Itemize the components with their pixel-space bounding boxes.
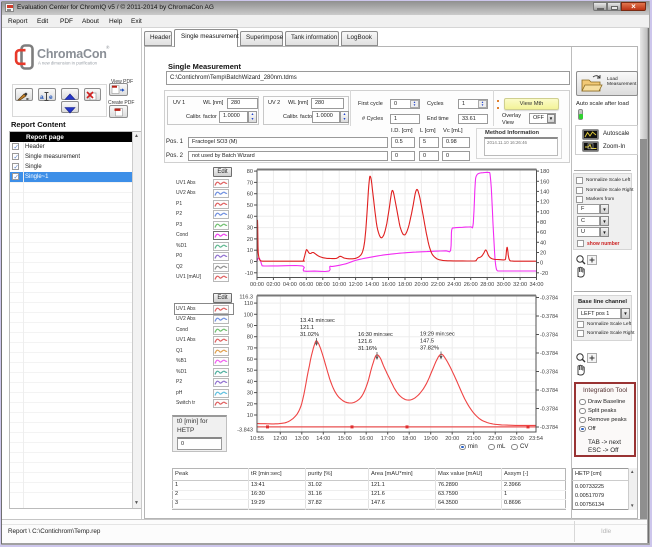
svg-text:-0.3784: -0.3784 bbox=[540, 351, 558, 357]
svg-text:13.41 min:sec: 13.41 min:sec bbox=[300, 318, 335, 324]
svg-text:-10: -10 bbox=[245, 271, 253, 277]
svg-text:37.82%: 37.82% bbox=[420, 346, 439, 352]
svg-text:16:00: 16:00 bbox=[382, 282, 396, 288]
svg-text:20: 20 bbox=[247, 237, 253, 243]
svg-text:0: 0 bbox=[540, 261, 543, 267]
svg-text:50: 50 bbox=[247, 203, 253, 209]
svg-text:10:00: 10:00 bbox=[332, 282, 346, 288]
svg-text:80: 80 bbox=[247, 335, 253, 341]
svg-text:®: ® bbox=[106, 44, 110, 50]
svg-text:60: 60 bbox=[540, 230, 546, 236]
svg-text:140: 140 bbox=[540, 189, 549, 195]
svg-text:12:00: 12:00 bbox=[273, 436, 287, 442]
svg-text:180: 180 bbox=[540, 169, 549, 175]
svg-text:80: 80 bbox=[540, 220, 546, 226]
svg-text:-0.3784: -0.3784 bbox=[540, 296, 558, 302]
svg-text:-0.3784: -0.3784 bbox=[540, 333, 558, 339]
svg-text:18:00: 18:00 bbox=[398, 282, 412, 288]
svg-text:23:00: 23:00 bbox=[510, 436, 524, 442]
svg-text:147.5: 147.5 bbox=[420, 339, 434, 345]
svg-text:0: 0 bbox=[250, 260, 253, 266]
svg-text:10: 10 bbox=[247, 413, 253, 419]
svg-text:-0.3784: -0.3784 bbox=[540, 388, 558, 394]
svg-text:04:00: 04:00 bbox=[283, 282, 297, 288]
svg-text:00:00: 00:00 bbox=[250, 282, 264, 288]
svg-text:-0.3784: -0.3784 bbox=[540, 370, 558, 376]
svg-text:22:00: 22:00 bbox=[488, 436, 502, 442]
svg-text:26:00: 26:00 bbox=[464, 282, 478, 288]
svg-text:28:00: 28:00 bbox=[480, 282, 494, 288]
svg-text:23:54: 23:54 bbox=[529, 436, 543, 442]
svg-text:100: 100 bbox=[244, 312, 253, 318]
svg-text:50: 50 bbox=[247, 368, 253, 374]
svg-text:13:00: 13:00 bbox=[295, 436, 309, 442]
svg-text:31.02%: 31.02% bbox=[300, 332, 319, 338]
svg-text:18:00: 18:00 bbox=[402, 436, 416, 442]
svg-text:A new dimension in purificatio: A new dimension in purification bbox=[38, 61, 98, 66]
svg-text:-3.843: -3.843 bbox=[237, 428, 253, 434]
svg-text:116.3: 116.3 bbox=[239, 295, 253, 301]
svg-text:-0.3784: -0.3784 bbox=[540, 425, 558, 431]
svg-text:16:00: 16:00 bbox=[359, 436, 373, 442]
svg-text:17:00: 17:00 bbox=[381, 436, 395, 442]
svg-text:70: 70 bbox=[247, 346, 253, 352]
svg-text:10: 10 bbox=[247, 248, 253, 254]
svg-text:16:30 min:sec: 16:30 min:sec bbox=[358, 332, 393, 338]
svg-text:121.1: 121.1 bbox=[300, 325, 314, 331]
svg-text:110: 110 bbox=[244, 301, 253, 307]
svg-text:90: 90 bbox=[247, 324, 253, 330]
svg-text:100: 100 bbox=[540, 210, 549, 216]
svg-text:40: 40 bbox=[540, 240, 546, 246]
svg-text:10:55: 10:55 bbox=[250, 436, 264, 442]
svg-text:15:00: 15:00 bbox=[338, 436, 352, 442]
svg-text:21:00: 21:00 bbox=[467, 436, 481, 442]
svg-text:14:00: 14:00 bbox=[365, 282, 379, 288]
svg-text:40: 40 bbox=[247, 379, 253, 385]
svg-text:a: a bbox=[40, 94, 44, 101]
svg-text:12:00: 12:00 bbox=[349, 282, 363, 288]
svg-text:20: 20 bbox=[247, 402, 253, 408]
svg-text:80: 80 bbox=[247, 169, 253, 175]
svg-text:19:00: 19:00 bbox=[424, 436, 438, 442]
svg-text:31.16%: 31.16% bbox=[358, 346, 377, 352]
svg-text:19:29 min:sec: 19:29 min:sec bbox=[420, 332, 455, 338]
svg-text:14:00: 14:00 bbox=[316, 436, 330, 442]
svg-text:02:00: 02:00 bbox=[266, 282, 280, 288]
svg-text:08:00: 08:00 bbox=[316, 282, 330, 288]
svg-text:160: 160 bbox=[540, 179, 549, 185]
svg-text:34:00: 34:00 bbox=[530, 282, 544, 288]
svg-text:30:00: 30:00 bbox=[497, 282, 511, 288]
svg-text:-20: -20 bbox=[540, 271, 548, 277]
svg-text:30: 30 bbox=[247, 391, 253, 397]
svg-text:32:00: 32:00 bbox=[513, 282, 527, 288]
svg-text:-0.3784: -0.3784 bbox=[540, 314, 558, 320]
svg-text:120: 120 bbox=[540, 200, 549, 206]
svg-text:30: 30 bbox=[247, 226, 253, 232]
svg-text:20: 20 bbox=[540, 251, 546, 257]
svg-text:70: 70 bbox=[247, 180, 253, 186]
svg-text:24:00: 24:00 bbox=[447, 282, 461, 288]
svg-text:121.6: 121.6 bbox=[358, 339, 372, 345]
svg-text:e: e bbox=[49, 94, 53, 101]
svg-text:ChromaCon: ChromaCon bbox=[37, 47, 107, 61]
svg-text:60: 60 bbox=[247, 192, 253, 198]
svg-text:20:00: 20:00 bbox=[445, 436, 459, 442]
svg-text:06:00: 06:00 bbox=[299, 282, 313, 288]
svg-text:-0.3784: -0.3784 bbox=[540, 407, 558, 413]
svg-text:40: 40 bbox=[247, 214, 253, 220]
svg-text:60: 60 bbox=[247, 357, 253, 363]
svg-text:20:00: 20:00 bbox=[414, 282, 428, 288]
svg-text:22:00: 22:00 bbox=[431, 282, 445, 288]
